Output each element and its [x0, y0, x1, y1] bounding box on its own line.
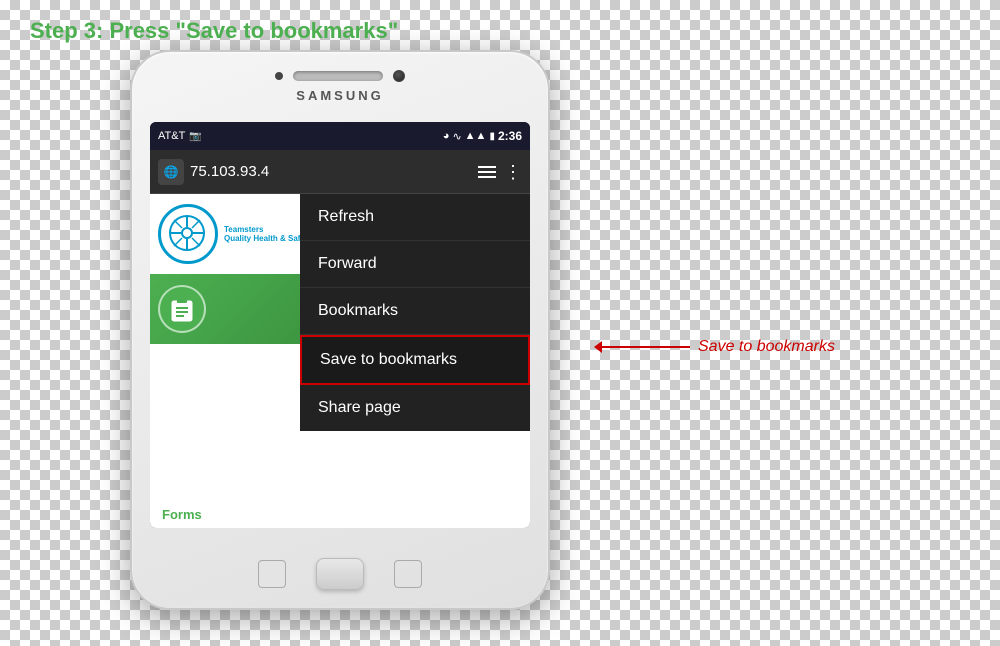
teamsters-logo-circle — [158, 204, 218, 264]
time-display: 2:36 — [498, 129, 522, 143]
phone-device: SAMSUNG AT&T 📷 ◕ ∿ ▲▲ ▮ 2:36 🌐 75.103.93… — [130, 50, 550, 610]
step-label: Step 3: Press "Save to bookmarks" — [30, 18, 398, 44]
web-content: TeamstersQuality Health & Safety — [150, 194, 530, 528]
brand-label: SAMSUNG — [296, 88, 383, 103]
signal-icon: ▲▲ — [465, 130, 487, 142]
forms-label: Forms — [162, 507, 202, 522]
bluetooth-icon: ◕ — [443, 130, 450, 142]
annotation-label: Save to bookmarks — [698, 338, 835, 356]
speaker-grille — [293, 71, 383, 81]
phone-home-area — [258, 558, 422, 590]
phone-top-bar — [240, 70, 440, 82]
status-bar-right: ◕ ∿ ▲▲ ▮ 2:36 — [443, 129, 522, 143]
overflow-menu-icon[interactable]: ⋮ — [504, 163, 522, 181]
menu-item-save-to-bookmarks[interactable]: Save to bookmarks — [300, 335, 530, 385]
browser-menu-icons: ⋮ — [478, 163, 522, 181]
globe-icon: 🌐 — [164, 165, 179, 179]
hamburger-menu-icon[interactable] — [478, 166, 496, 178]
camera-dot — [393, 70, 405, 82]
status-bar-left: AT&T 📷 — [158, 130, 202, 142]
wifi-icon: ∿ — [452, 130, 461, 143]
annotation-arrow — [600, 346, 690, 348]
status-bar: AT&T 📷 ◕ ∿ ▲▲ ▮ 2:36 — [150, 122, 530, 150]
phone-screen: AT&T 📷 ◕ ∿ ▲▲ ▮ 2:36 🌐 75.103.93.4 — [150, 122, 530, 528]
teamsters-logo-inner — [168, 214, 208, 254]
menu-item-share-page[interactable]: Share page — [300, 385, 530, 431]
browser-icon: 🌐 — [158, 159, 184, 185]
forms-icon — [158, 285, 206, 333]
battery-icon: ▮ — [489, 131, 495, 142]
dropdown-menu: Refresh Forward Bookmarks Save to bookma… — [300, 194, 530, 431]
url-display[interactable]: 75.103.93.4 — [190, 163, 472, 180]
sensor-dot — [275, 72, 283, 80]
recent-apps-button[interactable] — [394, 560, 422, 588]
wheel-svg — [168, 214, 206, 252]
address-bar: 🌐 75.103.93.4 ⋮ — [150, 150, 530, 194]
carrier-name: AT&T — [158, 130, 185, 142]
teamsters-text: TeamstersQuality Health & Safety — [224, 225, 312, 243]
menu-item-forward[interactable]: Forward — [300, 241, 530, 288]
back-button[interactable] — [258, 560, 286, 588]
carrier-icon: 📷 — [189, 131, 201, 142]
home-button[interactable] — [316, 558, 364, 590]
clipboard-svg — [168, 295, 196, 323]
annotation: Save to bookmarks — [600, 338, 835, 356]
menu-item-bookmarks[interactable]: Bookmarks — [300, 288, 530, 335]
menu-item-refresh[interactable]: Refresh — [300, 194, 530, 241]
